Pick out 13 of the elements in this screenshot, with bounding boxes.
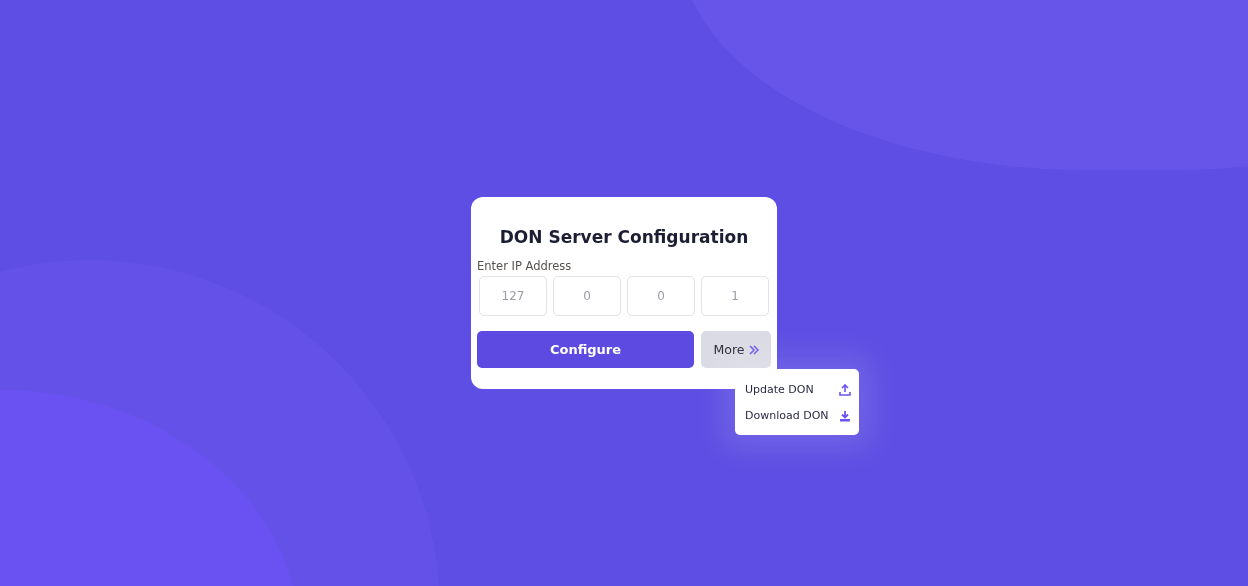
ip-octet-field[interactable]: 127 (479, 276, 547, 316)
ip-label: Enter IP Address (477, 259, 573, 273)
menu-item[interactable]: Update DON (735, 377, 859, 403)
ip-octet-field[interactable]: 0 (627, 276, 695, 316)
ip-octet-field[interactable]: 1 (701, 276, 769, 316)
download-icon (839, 409, 851, 422)
configure-button[interactable]: Configure (477, 331, 694, 368)
ip-octet-field[interactable]: 0 (553, 276, 621, 316)
double-chevron-icon (748, 344, 759, 355)
more-button[interactable]: More (701, 331, 771, 368)
upload-icon (839, 383, 851, 396)
menu-item[interactable]: Download DON (735, 403, 859, 429)
card-title: DON Server Configuration (498, 227, 750, 247)
